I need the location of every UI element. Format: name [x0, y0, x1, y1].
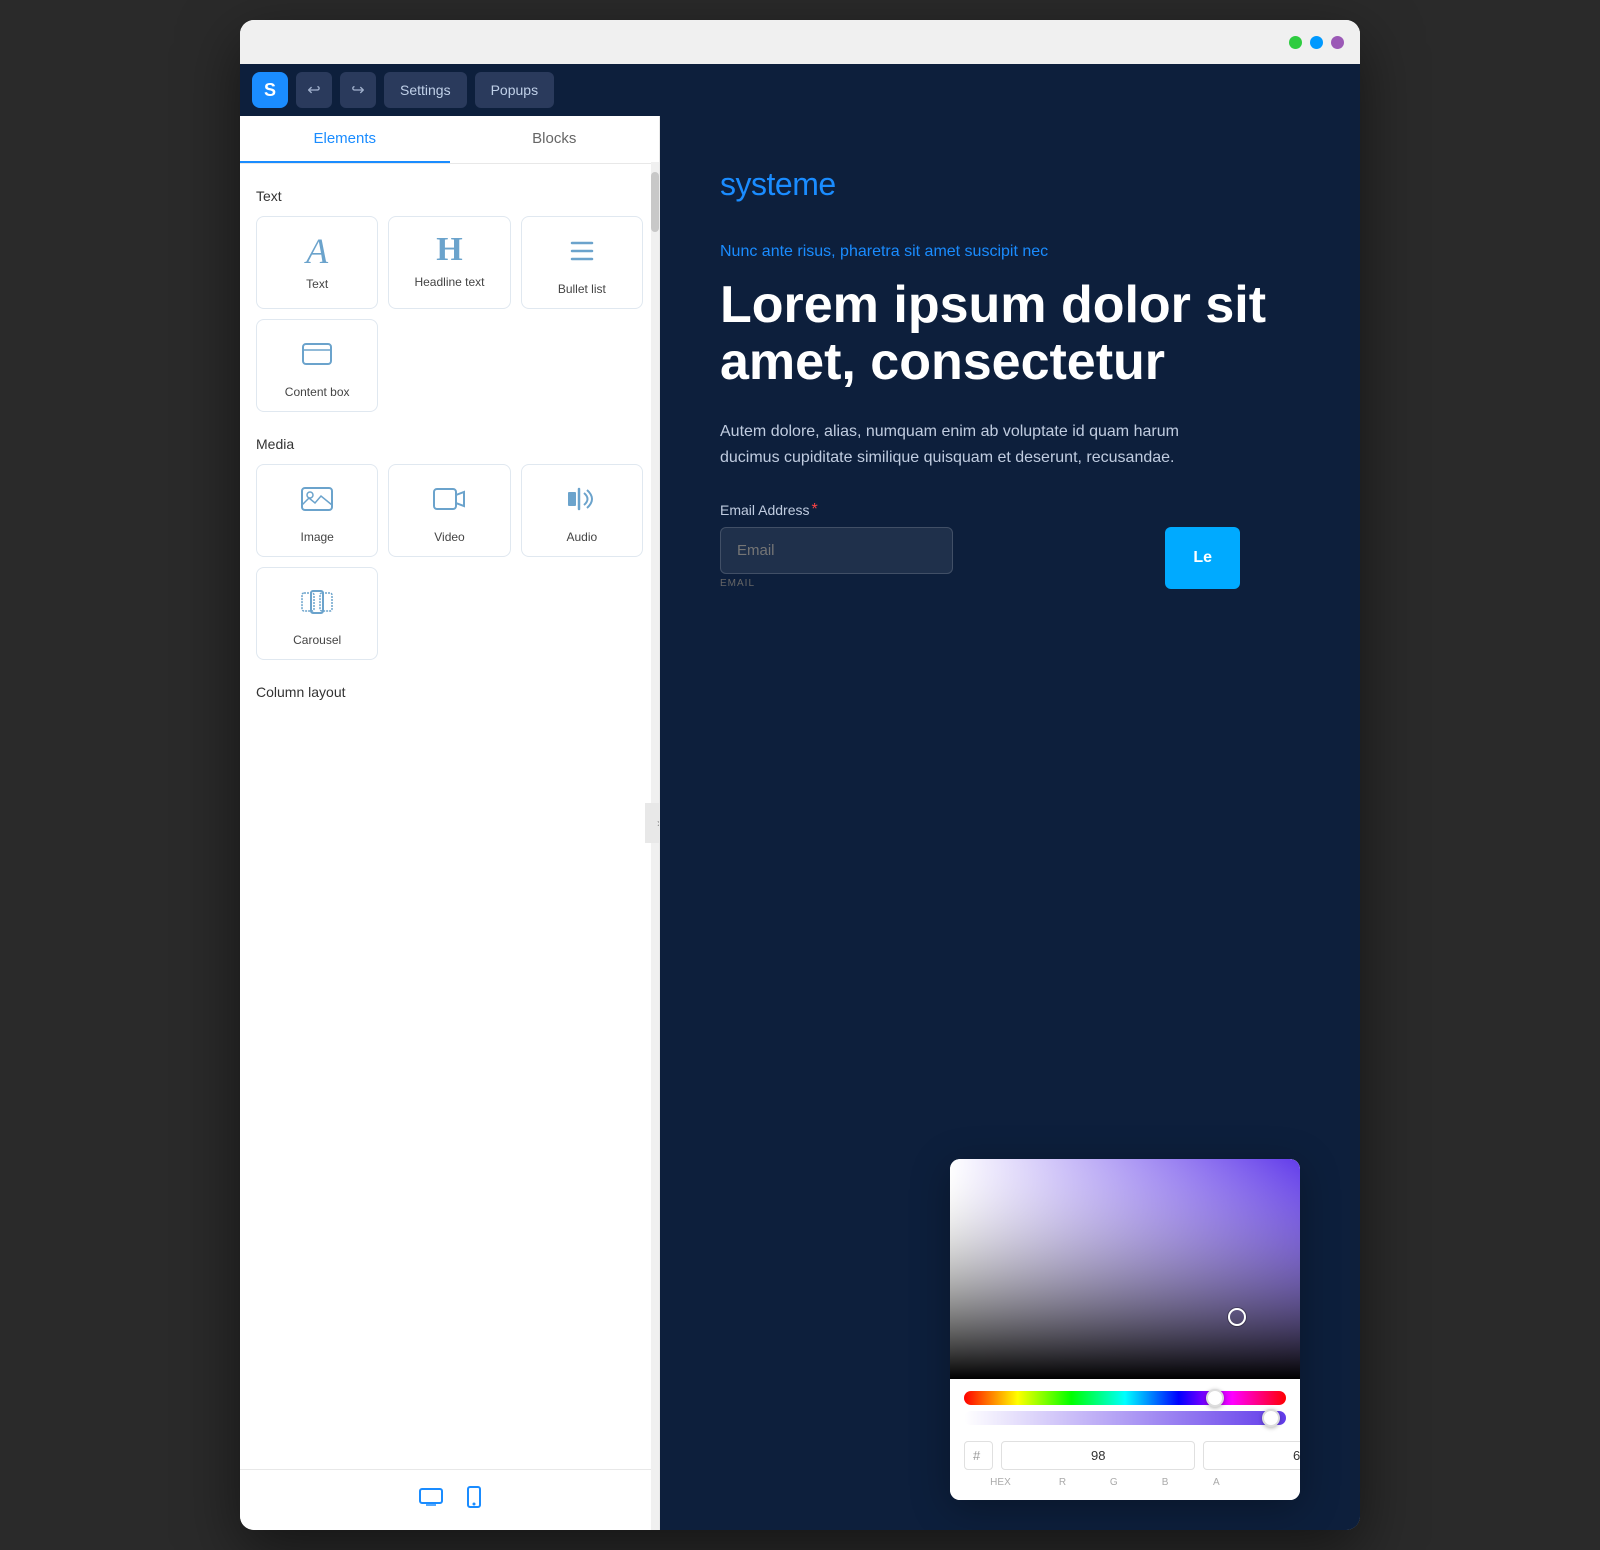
desktop-view-button[interactable]	[415, 1482, 447, 1518]
section-title-column: Column layout	[256, 684, 643, 700]
element-text-label: Text	[306, 277, 328, 291]
main-area: Elements Blocks Text A Text	[240, 116, 1360, 1530]
channel-labels: HEX R G B A	[964, 1477, 1286, 1488]
brand-name: systeme	[720, 166, 1300, 203]
text-elements-grid: A Text H Headline text	[256, 216, 643, 412]
gradient-cursor[interactable]	[1228, 1308, 1246, 1326]
email-label: Email Address *	[720, 501, 1300, 519]
element-text[interactable]: A Text	[256, 216, 378, 309]
label-hex: HEX	[968, 1477, 1033, 1488]
label-b: B	[1143, 1477, 1186, 1488]
opacity-cursor	[1262, 1409, 1280, 1427]
page-subtitle: Nunc ante risus, pharetra sit amet susci…	[720, 243, 1300, 261]
sidebar-footer	[240, 1469, 659, 1530]
sidebar-resize-handle[interactable]: ›	[645, 803, 660, 843]
logo: S	[252, 72, 288, 108]
color-values-row: #	[964, 1437, 1286, 1473]
r-channel-input[interactable]	[1001, 1441, 1195, 1470]
text-icon: A	[306, 233, 328, 269]
settings-button[interactable]: Settings	[384, 72, 467, 108]
sidebar-scrollbar[interactable]	[651, 162, 659, 1530]
opacity-slider[interactable]	[964, 1411, 1286, 1425]
popups-button[interactable]: Popups	[475, 72, 554, 108]
hue-slider[interactable]	[964, 1391, 1286, 1405]
audio-icon	[564, 481, 600, 522]
image-icon	[299, 481, 335, 522]
sidebar: Elements Blocks Text A Text	[240, 116, 660, 1530]
undo-button[interactable]: ↩	[296, 72, 332, 108]
element-image-label: Image	[300, 530, 333, 544]
element-video[interactable]: Video	[388, 464, 510, 557]
scrollbar-thumb	[651, 172, 659, 232]
sidebar-scroll[interactable]: Text A Text H Headline text	[240, 164, 659, 1469]
element-content-box[interactable]: Content box	[256, 319, 378, 412]
media-elements-grid: Image Video	[256, 464, 643, 660]
canvas-area: systeme Nunc ante risus, pharetra sit am…	[660, 116, 1360, 1530]
element-carousel[interactable]: Carousel	[256, 567, 378, 660]
label-g: G	[1092, 1477, 1135, 1488]
element-carousel-label: Carousel	[293, 633, 341, 647]
toolbar: S ↩ ↪ Settings Popups	[240, 64, 1360, 116]
content-box-icon	[299, 336, 335, 377]
headline-icon: H	[436, 233, 462, 267]
traffic-light-blue[interactable]	[1310, 36, 1323, 49]
hex-input-container[interactable]: #	[964, 1441, 993, 1470]
element-image[interactable]: Image	[256, 464, 378, 557]
element-video-label: Video	[434, 530, 464, 544]
hue-cursor	[1206, 1389, 1224, 1407]
tab-elements[interactable]: Elements	[240, 116, 450, 163]
required-indicator: *	[811, 501, 817, 519]
redo-button[interactable]: ↪	[340, 72, 376, 108]
form-row: EMAIL Le	[720, 527, 1240, 589]
color-controls: # HEX R G	[950, 1379, 1300, 1500]
label-r: R	[1041, 1477, 1084, 1488]
section-title-text: Text	[256, 188, 643, 204]
element-content-box-label: Content box	[285, 385, 350, 399]
email-input-label: EMAIL	[720, 578, 1153, 589]
element-audio[interactable]: Audio	[521, 464, 643, 557]
color-picker-popup: # HEX R G	[950, 1159, 1300, 1500]
sidebar-tabs: Elements Blocks	[240, 116, 659, 164]
carousel-icon	[299, 584, 335, 625]
email-input[interactable]	[720, 527, 953, 574]
app-window: S ↩ ↪ Settings Popups Elements Blocks Te…	[240, 20, 1360, 1530]
window-chrome	[240, 20, 1360, 64]
element-audio-label: Audio	[566, 530, 597, 544]
video-icon	[431, 481, 467, 522]
cta-button[interactable]: Le	[1165, 527, 1240, 589]
element-bullet-label: Bullet list	[558, 282, 606, 296]
color-gradient-area[interactable]	[950, 1159, 1300, 1379]
hash-symbol: #	[973, 1448, 980, 1463]
g-channel-input[interactable]	[1203, 1441, 1300, 1470]
mobile-view-button[interactable]	[463, 1482, 485, 1518]
tab-blocks[interactable]: Blocks	[450, 116, 660, 163]
element-headline[interactable]: H Headline text	[388, 216, 510, 309]
app-container: S ↩ ↪ Settings Popups Elements Blocks Te…	[240, 64, 1360, 1530]
element-bullet[interactable]: Bullet list	[521, 216, 643, 309]
section-title-media: Media	[256, 436, 643, 452]
traffic-light-green[interactable]	[1289, 36, 1302, 49]
element-headline-label: Headline text	[414, 275, 484, 289]
page-body-text: Autem dolore, alias, numquam enim ab vol…	[720, 419, 1220, 470]
bullet-icon	[564, 233, 600, 274]
page-headline: Lorem ipsum dolor sit amet, consectetur	[720, 277, 1300, 391]
label-a: A	[1195, 1477, 1238, 1488]
traffic-light-purple[interactable]	[1331, 36, 1344, 49]
